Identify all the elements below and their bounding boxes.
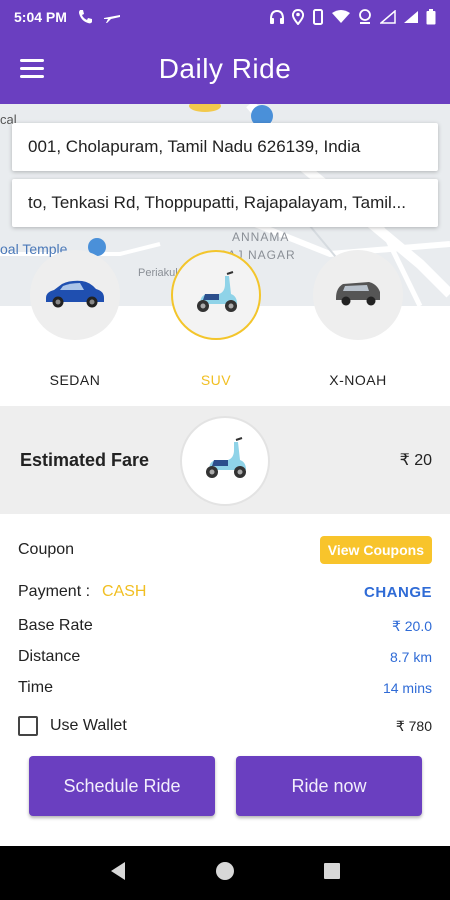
page-title: Daily Ride	[158, 53, 292, 84]
payment-label: Payment :	[18, 583, 91, 600]
battery-icon	[426, 9, 436, 25]
distance-value: 8.7 km	[389, 649, 432, 665]
signal-full-icon	[403, 10, 419, 24]
distance-row: Distance 8.7 km	[18, 643, 432, 671]
distance-label: Distance	[18, 648, 81, 665]
van-icon	[333, 278, 383, 313]
payment-method: CASH	[102, 583, 147, 600]
map-label: ANNAMA	[232, 230, 289, 244]
coupon-label: Coupon	[18, 541, 75, 558]
wallet-row: Use Wallet ₹ 780	[18, 712, 432, 740]
change-payment-button[interactable]: CHANGE	[364, 584, 432, 601]
scooter-icon	[200, 436, 250, 487]
use-wallet-checkbox[interactable]	[18, 716, 38, 736]
estimated-fare-label: Estimated Fare	[20, 450, 150, 470]
home-icon[interactable]	[215, 861, 235, 886]
view-coupons-button[interactable]: View Coupons	[319, 536, 432, 564]
drop-address-field[interactable]: to, Tenkasi Rd, Thoppupatti, Rajapalayam…	[12, 179, 438, 227]
vehicle-option-sedan[interactable]: SEDAN	[28, 250, 122, 388]
selected-vehicle-badge	[180, 416, 270, 506]
wifi-icon	[332, 10, 350, 24]
estimated-fare-section: Estimated Fare ₹ 20	[0, 406, 450, 514]
estimated-fare-value: ₹ 20	[399, 452, 432, 469]
base-rate-value: ₹ 20.0	[391, 617, 432, 634]
pickup-address-field[interactable]: 001, Cholapuram, Tamil Nadu 626139, Indi…	[12, 123, 438, 171]
system-nav-bar	[0, 846, 450, 900]
coupon-row: Coupon View Coupons	[18, 536, 432, 564]
app-bar: Daily Ride	[0, 34, 450, 104]
ride-now-button[interactable]: Ride now	[236, 756, 422, 816]
vehicle-label: SUV	[200, 372, 232, 388]
vehicle-selector: SEDAN SUV X-NOAH	[0, 250, 450, 406]
payment-row: Payment : CASH CHANGE	[18, 578, 432, 606]
signal-icon	[380, 10, 396, 24]
scooter-icon	[191, 270, 241, 321]
back-icon[interactable]	[109, 861, 127, 886]
vehicle-option-x-noah[interactable]: X-NOAH	[311, 250, 405, 388]
time-row: Time 14 mins	[18, 674, 432, 702]
headphones-icon	[269, 9, 285, 25]
vehicle-option-suv[interactable]: SUV	[169, 250, 263, 388]
time-label: Time	[18, 679, 53, 696]
phone-call-icon	[77, 9, 93, 25]
vibrate-icon	[311, 9, 325, 25]
airplane-icon	[103, 10, 121, 24]
hotspot-icon	[357, 9, 373, 25]
status-time: 5:04 PM	[14, 9, 67, 25]
use-wallet-label: Use Wallet	[50, 717, 127, 734]
schedule-ride-button[interactable]: Schedule Ride	[29, 756, 215, 816]
status-bar: 5:04 PM	[0, 0, 450, 34]
base-rate-row: Base Rate ₹ 20.0	[18, 612, 432, 640]
sedan-car-icon	[42, 276, 108, 315]
menu-icon[interactable]	[20, 59, 44, 79]
wallet-balance: ₹ 780	[395, 717, 432, 734]
location-icon	[292, 9, 304, 25]
time-value: 14 mins	[382, 680, 432, 696]
vehicle-label: X-NOAH	[329, 372, 387, 388]
base-rate-label: Base Rate	[18, 617, 93, 634]
vehicle-label: SEDAN	[49, 372, 101, 388]
recents-icon[interactable]	[323, 862, 341, 885]
